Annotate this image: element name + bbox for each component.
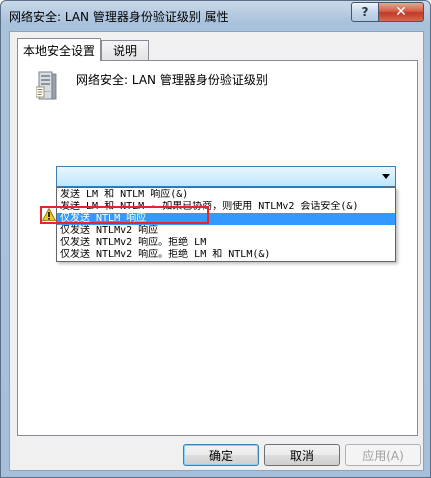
server-icon (36, 71, 57, 100)
policy-title: 网络安全: LAN 管理器身份验证级别 (76, 73, 268, 87)
tab-local-security-setting[interactable]: 本地安全设置 (17, 38, 101, 61)
apply-button[interactable]: 应用(A) (345, 444, 421, 466)
dialog-client-area: 本地安全设置 说明 网络安全: LAN 管理器身份验证级别 发送 LM 和 NT… (9, 31, 424, 471)
ok-button-label: 确定 (208, 448, 233, 463)
auth-level-options: 发送 LM 和 NTLM 响应(&) 发送 LM 和 NTLM - 如果已协商，… (56, 187, 396, 262)
properties-window: 网络安全: LAN 管理器身份验证级别 属性 ? ✕ 本地安全设置 说明 网络安… (0, 0, 431, 478)
auth-level-select[interactable] (56, 166, 396, 187)
ok-button[interactable]: 确定 (183, 444, 259, 466)
warning-icon (42, 208, 56, 221)
cancel-button[interactable]: 取消 (264, 444, 340, 466)
window-title: 网络安全: LAN 管理器身份验证级别 属性 (9, 10, 229, 24)
tab-explain[interactable]: 说明 (101, 40, 149, 60)
help-button[interactable]: ? (351, 2, 379, 22)
help-icon: ? (361, 5, 369, 19)
tab-label: 本地安全设置 (22, 43, 95, 58)
close-button[interactable]: ✕ (378, 2, 424, 22)
option-ntlmv2-refuse-lm-ntlm[interactable]: 仅发送 NTLMv2 响应。拒绝 LM 和 NTLM(&) (57, 249, 395, 261)
cancel-button-label: 取消 (289, 448, 314, 463)
title-bar[interactable]: 网络安全: LAN 管理器身份验证级别 属性 ? ✕ (1, 1, 430, 31)
tab-label: 说明 (112, 44, 137, 58)
close-icon: ✕ (395, 4, 407, 20)
chevron-down-icon[interactable] (382, 174, 390, 179)
option-ntlmv2-refuse-lm[interactable]: 仅发送 NTLMv2 响应。拒绝 LM (57, 237, 395, 249)
option-ntlm-only[interactable]: 仅发送 NTLM 响应 (57, 213, 395, 225)
apply-button-label: 应用(A) (362, 448, 404, 463)
tab-panel: 网络安全: LAN 管理器身份验证级别 发送 LM 和 NTLM 响应(&) 发… (17, 60, 418, 436)
option-lm-ntlm[interactable]: 发送 LM 和 NTLM 响应(&) (57, 189, 395, 201)
option-lm-ntlm-ntlmv2-session[interactable]: 发送 LM 和 NTLM - 如果已协商，则使用 NTLMv2 会话安全(&) (57, 201, 395, 213)
option-ntlmv2-only[interactable]: 仅发送 NTLMv2 响应 (57, 225, 395, 237)
